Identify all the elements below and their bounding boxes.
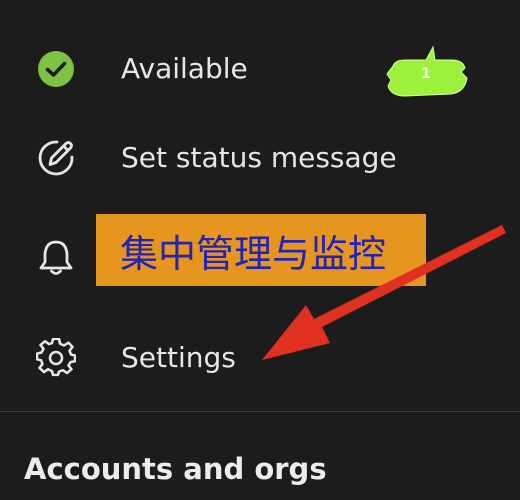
menu-item-set-status[interactable]: Set status message (0, 118, 520, 198)
menu-item-available-label: Available (121, 52, 248, 85)
menu-item-set-status-label: Set status message (121, 141, 397, 174)
notification-badge: 1 (385, 44, 471, 102)
menu-item-settings-label: Settings (121, 341, 236, 374)
badge-count: 1 (421, 66, 431, 82)
accounts-section-heading: Accounts and orgs (24, 452, 327, 486)
section-divider (0, 411, 520, 412)
check-circle-icon (36, 49, 76, 89)
pencil-circle-icon (36, 138, 76, 178)
gear-icon (36, 338, 76, 378)
red-arrow-annotation (240, 215, 520, 375)
bell-icon (36, 238, 76, 278)
